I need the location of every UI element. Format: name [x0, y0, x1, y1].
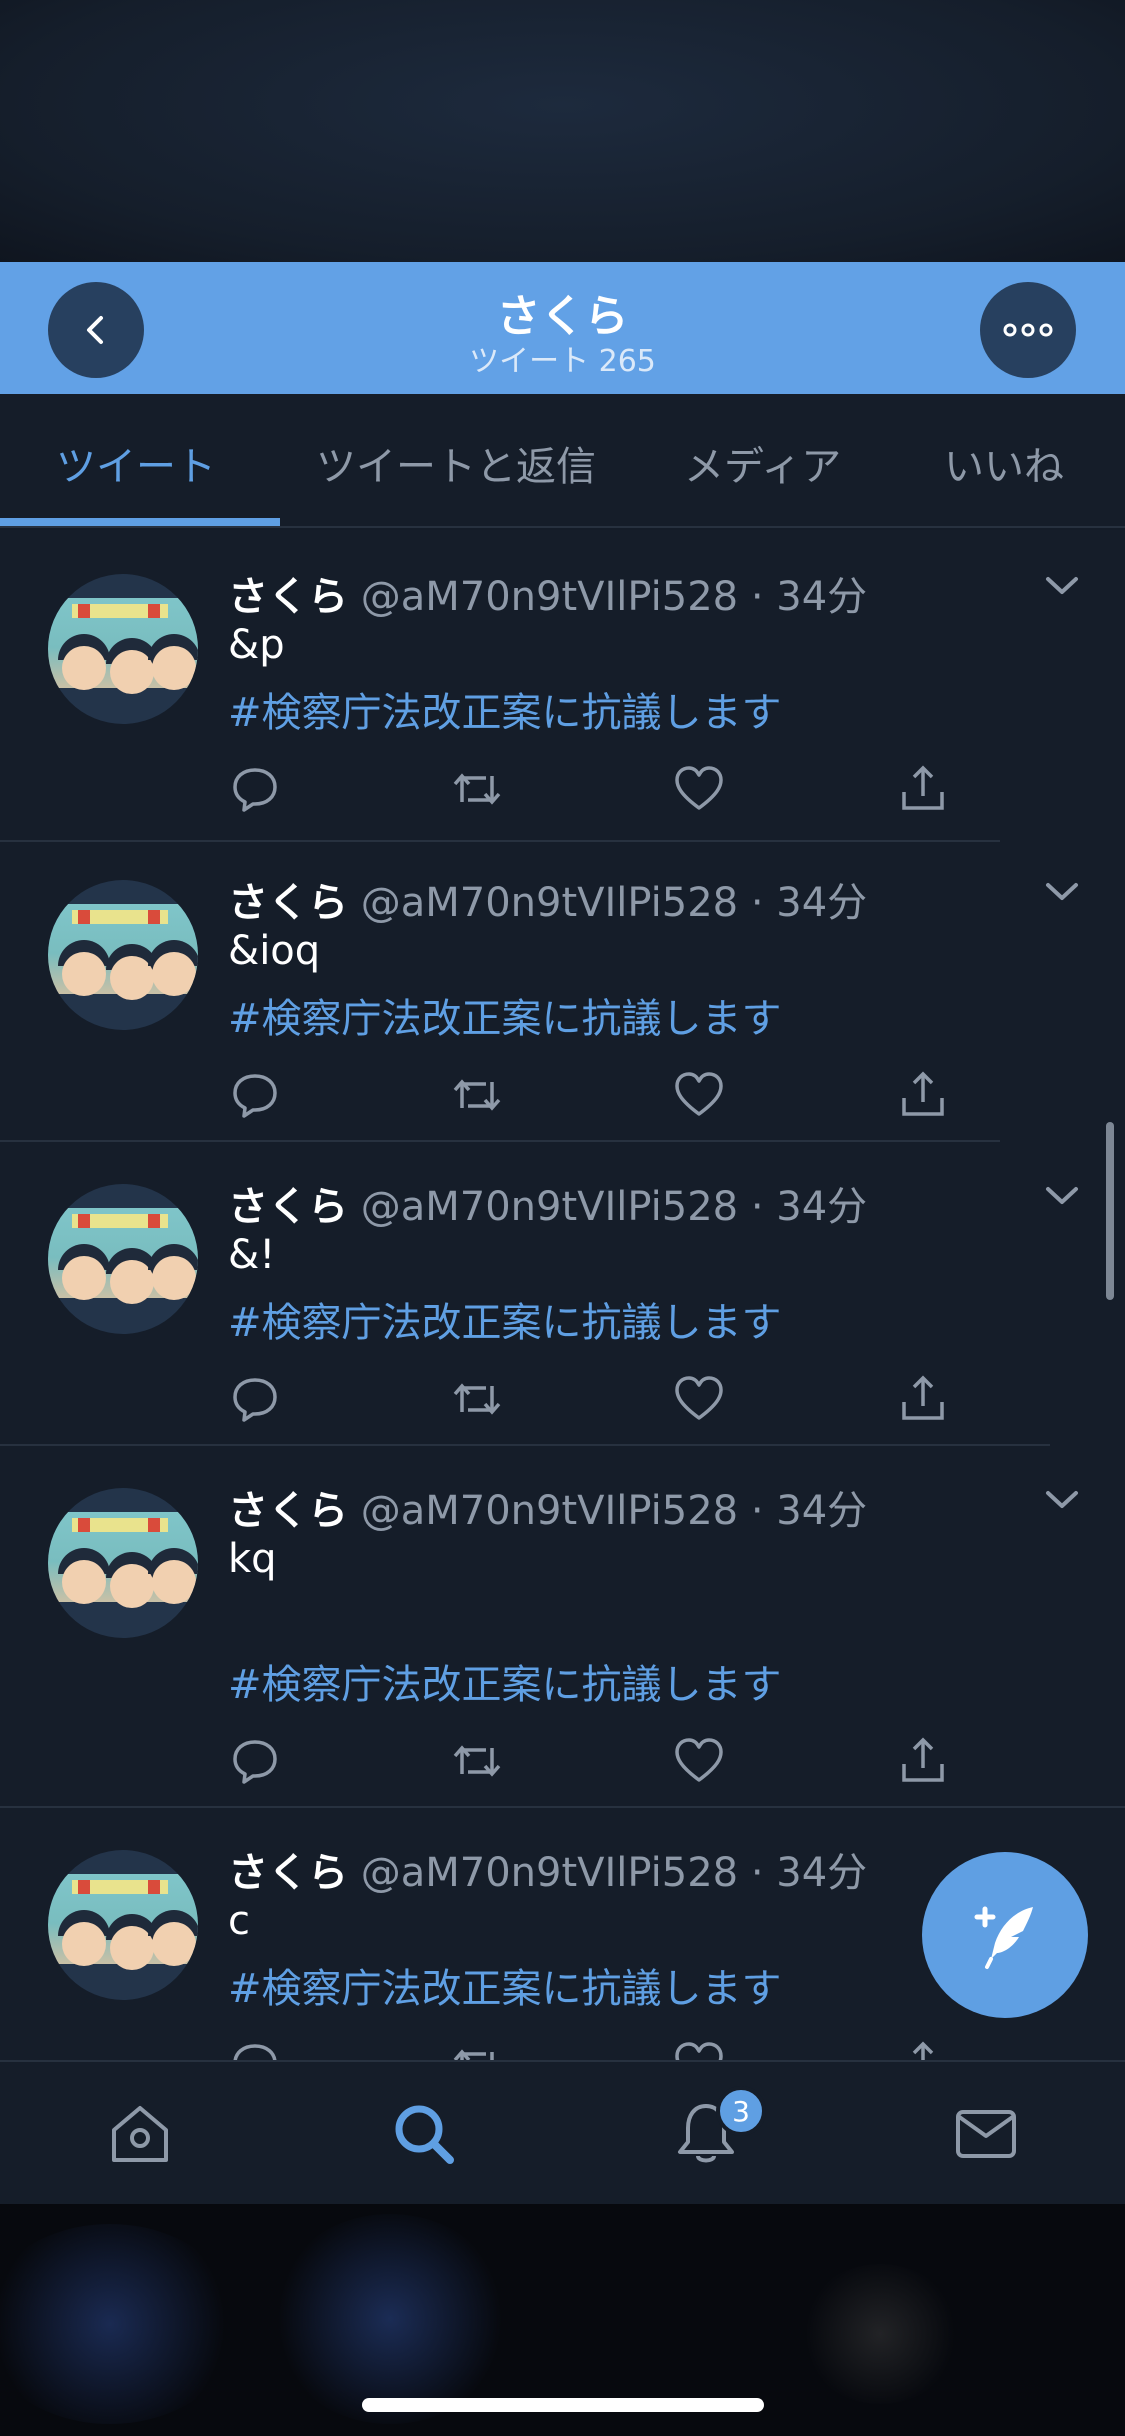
tweet-actions — [0, 1068, 1125, 1124]
retweet-icon[interactable] — [450, 1734, 504, 1788]
avatar[interactable] — [48, 1184, 198, 1334]
tweet-hashtag[interactable]: #検察庁法改正案に抗議します — [228, 1290, 782, 1348]
tweet-text: &p — [228, 622, 285, 668]
status-area-backdrop — [0, 0, 1125, 262]
tweet-hashtag[interactable]: #検察庁法改正案に抗議します — [228, 986, 782, 1044]
tweet-actions — [0, 1734, 1125, 1790]
heart-icon[interactable] — [672, 762, 726, 816]
tab-tweets[interactable]: ツイート — [56, 434, 216, 492]
bottom-tab-bar — [0, 2060, 1125, 2204]
heart-icon[interactable] — [672, 1734, 726, 1788]
avatar[interactable] — [48, 880, 198, 1030]
tweet-author-name[interactable]: さくら — [228, 1488, 348, 1534]
share-icon[interactable] — [896, 1734, 950, 1788]
tweet-feed[interactable]: さくら @aM70n9tVIlPi528 · 34分 &p #検察庁法改正案に抗… — [0, 530, 1125, 2060]
tab-tweets-and-replies[interactable]: ツイートと返信 — [316, 434, 596, 492]
tab-media[interactable]: メディア — [684, 434, 841, 492]
tweet-meta: さくら @aM70n9tVIlPi528 · 34分 — [228, 1174, 867, 1232]
active-tab-indicator — [0, 518, 280, 526]
tweet-actions — [0, 1372, 1125, 1428]
tweet-text: c — [228, 1898, 250, 1944]
retweet-icon[interactable] — [450, 1372, 504, 1426]
avatar[interactable] — [48, 1488, 198, 1638]
reply-icon[interactable] — [228, 1372, 282, 1426]
compose-tweet-button[interactable] — [922, 1852, 1088, 2018]
tweet-hashtag[interactable]: #検察庁法改正案に抗議します — [228, 1956, 782, 2014]
tab-likes[interactable]: いいね — [944, 434, 1064, 492]
profile-tabs: ツイート ツイートと返信 メディア いいね — [0, 394, 1125, 528]
share-icon[interactable] — [896, 1372, 950, 1426]
tweet-meta: さくら @aM70n9tVIlPi528 · 34分 — [228, 870, 867, 928]
avatar[interactable] — [48, 1850, 198, 2000]
tweet-text: &! — [228, 1232, 276, 1278]
tweet-meta: さくら @aM70n9tVIlPi528 · 34分 — [228, 564, 867, 622]
tweet-hashtag[interactable]: #検察庁法改正案に抗議します — [228, 1652, 782, 1710]
profile-name: さくら — [496, 291, 629, 342]
tweet-hashtag[interactable]: #検察庁法改正案に抗議します — [228, 680, 782, 738]
heart-icon[interactable] — [672, 1068, 726, 1122]
share-icon[interactable] — [896, 762, 950, 816]
feed-scrollbar[interactable] — [1106, 1122, 1114, 1300]
tweet-handle-time: @aM70n9tVIlPi528 · 34分 — [360, 574, 868, 620]
tweet-item[interactable]: さくら @aM70n9tVIlPi528 · 34分 &p #検察庁法改正案に抗… — [0, 530, 1125, 842]
tweet-meta: さくら @aM70n9tVIlPi528 · 34分 — [228, 1840, 867, 1898]
tweet-actions — [0, 762, 1125, 818]
tweet-author-name[interactable]: さくら — [228, 880, 348, 926]
compose-tweet-icon — [974, 1906, 1033, 1969]
tweet-item[interactable]: さくら @aM70n9tVIlPi528 · 34分 &! #検察庁法改正案に抗… — [0, 1140, 1125, 1446]
tweet-actions — [0, 2038, 1125, 2060]
more-horizontal-icon — [1003, 323, 1053, 337]
share-icon[interactable] — [896, 1068, 950, 1122]
retweet-icon[interactable] — [450, 1068, 504, 1122]
tweet-text: &ioq — [228, 928, 321, 974]
tweet-handle-time: @aM70n9tVIlPi528 · 34分 — [360, 1184, 868, 1230]
tweet-count: ツイート 265 — [469, 344, 656, 379]
more-button[interactable] — [980, 282, 1076, 378]
retweet-icon[interactable] — [450, 762, 504, 816]
notification-badge: 3 — [716, 2086, 766, 2136]
retweet-icon[interactable] — [450, 2038, 504, 2060]
heart-icon[interactable] — [672, 1372, 726, 1426]
home-indicator[interactable] — [362, 2398, 764, 2412]
profile-header: さくら ツイート 265 — [0, 262, 1125, 394]
chevron-down-icon[interactable] — [1044, 1184, 1080, 1208]
heart-icon[interactable] — [672, 2038, 726, 2060]
mail-icon[interactable] — [950, 2098, 1022, 2170]
share-icon[interactable] — [896, 2038, 950, 2060]
chevron-down-icon[interactable] — [1044, 1488, 1080, 1512]
reply-icon[interactable] — [228, 1068, 282, 1122]
avatar[interactable] — [48, 574, 198, 724]
tweet-handle-time: @aM70n9tVIlPi528 · 34分 — [360, 880, 868, 926]
reply-icon[interactable] — [228, 762, 282, 816]
search-icon[interactable] — [388, 2098, 460, 2170]
chevron-down-icon[interactable] — [1044, 574, 1080, 598]
tweet-author-name[interactable]: さくら — [228, 1184, 348, 1230]
tweet-author-name[interactable]: さくら — [228, 574, 348, 620]
tweet-meta: さくら @aM70n9tVIlPi528 · 34分 — [228, 1478, 867, 1536]
tweet-author-name[interactable]: さくら — [228, 1850, 348, 1896]
tweet-item[interactable]: さくら @aM70n9tVIlPi528 · 34分 &ioq #検察庁法改正案… — [0, 836, 1125, 1142]
tweet-handle-time: @aM70n9tVIlPi528 · 34分 — [360, 1850, 868, 1896]
tweet-item[interactable]: さくら @aM70n9tVIlPi528 · 34分 kq #検察庁法改正案に抗… — [0, 1444, 1125, 1808]
tweet-text: kq — [228, 1536, 277, 1582]
chevron-down-icon[interactable] — [1044, 880, 1080, 904]
reply-icon[interactable] — [228, 2038, 282, 2060]
tweet-handle-time: @aM70n9tVIlPi528 · 34分 — [360, 1488, 868, 1534]
reply-icon[interactable] — [228, 1734, 282, 1788]
home-icon[interactable] — [104, 2098, 176, 2170]
